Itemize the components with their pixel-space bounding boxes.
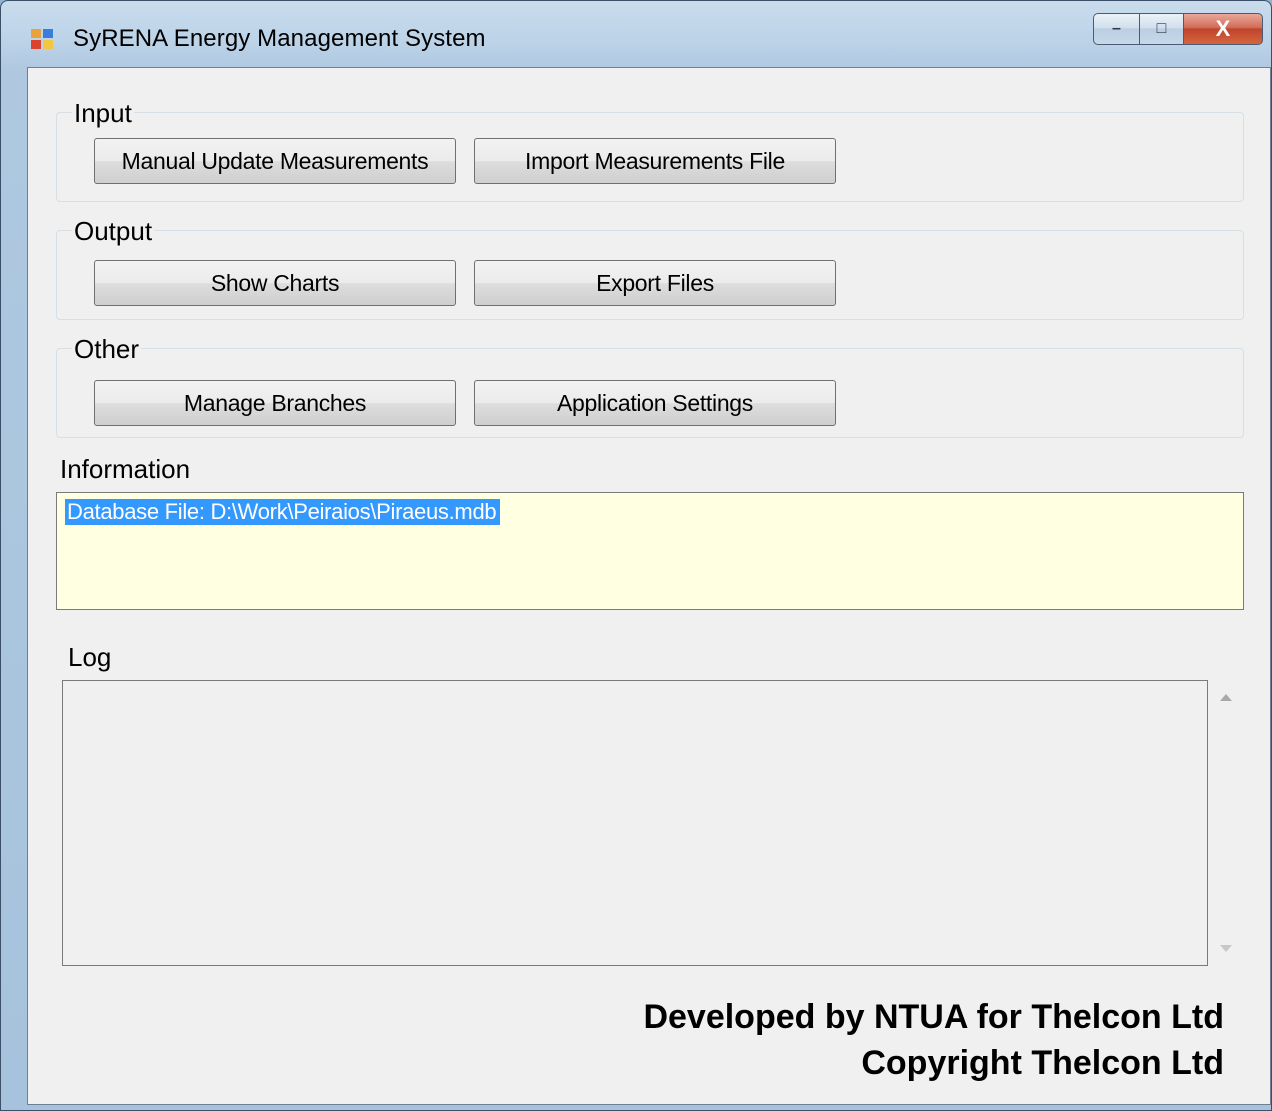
log-label: Log: [68, 642, 112, 672]
maximize-button[interactable]: □: [1139, 13, 1183, 45]
manual-update-measurements-button[interactable]: Manual Update Measurements: [94, 138, 456, 184]
close-icon: X: [1215, 16, 1231, 41]
close-button[interactable]: X: [1183, 13, 1263, 45]
database-file-info[interactable]: Database File: D:\Work\Peiraios\Piraeus.…: [65, 499, 501, 525]
scroll-up-icon[interactable]: [1220, 694, 1232, 701]
app-icon-square-blue: [43, 29, 53, 38]
app-icon-square-yellow: [43, 40, 53, 49]
output-group-label: Output: [72, 216, 155, 247]
copyright-notice: Copyright Thelcon Ltd: [861, 1044, 1224, 1082]
client-area: Input Manual Update Measurements Import …: [27, 67, 1271, 1105]
caption-buttons: – □ X: [1093, 13, 1263, 47]
show-charts-button[interactable]: Show Charts: [94, 260, 456, 306]
information-label: Information: [60, 454, 191, 484]
application-settings-button[interactable]: Application Settings: [474, 380, 836, 426]
main-window: SyRENA Energy Management System – □ X In…: [0, 0, 1272, 1111]
other-group-label: Other: [72, 334, 142, 365]
manage-branches-button[interactable]: Manage Branches: [94, 380, 456, 426]
information-textbox[interactable]: Database File: D:\Work\Peiraios\Piraeus.…: [56, 492, 1244, 610]
import-measurements-file-button[interactable]: Import Measurements File: [474, 138, 836, 184]
log-scrollbar[interactable]: [1212, 680, 1242, 966]
export-files-button[interactable]: Export Files: [474, 260, 836, 306]
maximize-icon: □: [1156, 20, 1167, 37]
scroll-down-icon[interactable]: [1220, 945, 1232, 952]
minimize-icon: –: [1112, 20, 1121, 37]
window-title: SyRENA Energy Management System: [73, 25, 486, 52]
app-window-icon[interactable]: [31, 29, 55, 51]
input-group-label: Input: [72, 98, 134, 129]
log-listbox[interactable]: [62, 680, 1208, 966]
minimize-button[interactable]: –: [1093, 13, 1139, 45]
app-icon-square-red: [31, 40, 41, 49]
title-bar[interactable]: SyRENA Energy Management System – □ X: [1, 1, 1272, 65]
developer-credit: Developed by NTUA for Thelcon Ltd: [643, 998, 1224, 1036]
app-icon-square-orange: [31, 29, 41, 38]
